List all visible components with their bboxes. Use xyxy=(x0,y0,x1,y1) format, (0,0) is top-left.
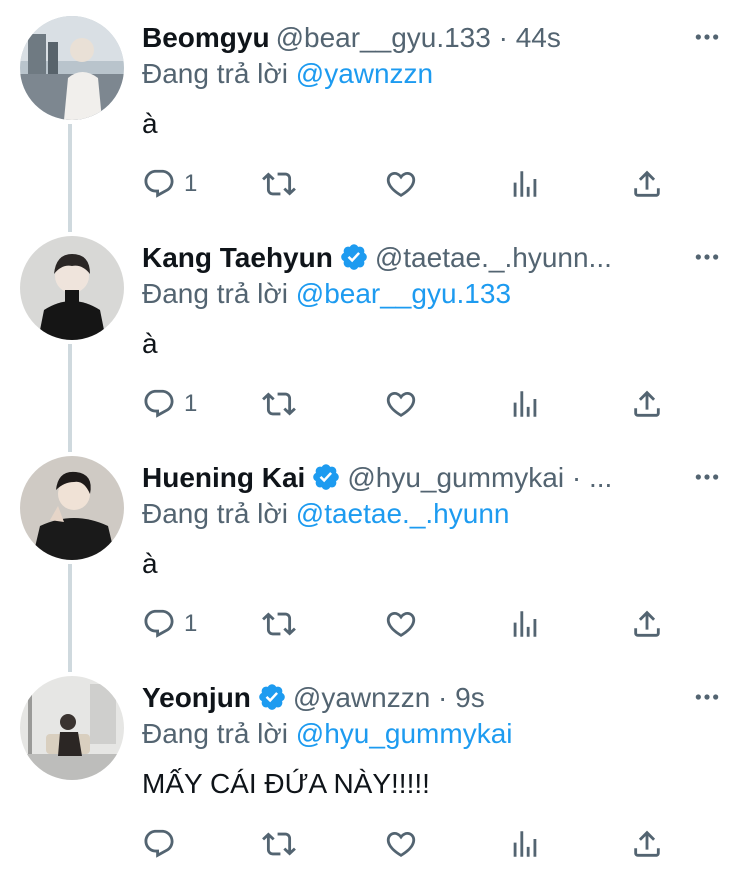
retweet-icon xyxy=(262,827,296,861)
tweet-text: MẤY CÁI ĐỨA NÀY!!!!! xyxy=(142,768,430,799)
action-bar xyxy=(142,826,682,862)
replying-prefix: Đang trả lời xyxy=(142,58,288,89)
analytics-button[interactable] xyxy=(508,606,542,642)
replying-prefix: Đang trả lời xyxy=(142,718,288,749)
handle-and-time[interactable]: @bear__gyu.133 · 44s xyxy=(276,22,561,53)
retweet-button[interactable] xyxy=(262,166,296,202)
handle-and-time[interactable]: @taetae._.hyunn... xyxy=(375,242,612,273)
analytics-button[interactable] xyxy=(508,826,542,862)
avatar[interactable] xyxy=(20,456,124,560)
avatar[interactable] xyxy=(20,236,124,340)
like-button[interactable] xyxy=(384,606,418,642)
retweet-button[interactable] xyxy=(262,386,296,422)
analytics-button[interactable] xyxy=(508,166,542,202)
like-icon xyxy=(384,827,418,861)
analytics-icon xyxy=(508,827,542,861)
retweet-icon xyxy=(262,607,296,641)
share-icon xyxy=(630,167,664,201)
like-button[interactable] xyxy=(384,166,418,202)
tweet[interactable]: Huening Kai @hyu_gummykai · ... Đang trả … xyxy=(0,440,750,660)
analytics-icon xyxy=(508,607,542,641)
action-bar: 1 xyxy=(142,166,682,202)
display-name[interactable]: Kang Taehyun xyxy=(142,242,333,273)
share-button[interactable] xyxy=(630,826,664,862)
retweet-button[interactable] xyxy=(262,826,296,862)
reply-count: 1 xyxy=(184,610,198,637)
action-bar: 1 xyxy=(142,386,682,422)
share-button[interactable] xyxy=(630,386,664,422)
analytics-button[interactable] xyxy=(508,386,542,422)
reply-button[interactable]: 1 xyxy=(142,606,197,642)
like-icon xyxy=(384,387,418,421)
replying-to: Đang trả lời @taetae._.hyunn xyxy=(142,496,509,532)
reply-count: 1 xyxy=(184,170,198,197)
tweet-header: Kang Taehyun @taetae._.hyunn... xyxy=(142,240,670,276)
person-photo-icon xyxy=(20,16,124,120)
replying-prefix: Đang trả lời xyxy=(142,278,288,309)
like-icon xyxy=(384,167,418,201)
share-icon xyxy=(630,607,664,641)
avatar[interactable] xyxy=(20,16,124,120)
person-photo-icon xyxy=(20,456,124,560)
reply-icon xyxy=(142,607,176,641)
verified-badge-icon xyxy=(311,462,341,492)
tweet[interactable]: Yeonjun @yawnzzn · 9s Đang trả lời @hyu_g… xyxy=(0,660,750,880)
verified-badge-icon xyxy=(257,682,287,712)
replying-to: Đang trả lời @hyu_gummykai xyxy=(142,716,513,752)
person-photo-icon xyxy=(20,676,124,780)
replying-to: Đang trả lời @yawnzzn xyxy=(142,56,433,92)
replying-prefix: Đang trả lời xyxy=(142,498,288,529)
reply-count: 1 xyxy=(184,390,198,417)
more-icon[interactable] xyxy=(694,24,720,50)
display-name[interactable]: Beomgyu xyxy=(142,22,270,53)
handle-and-time[interactable]: @hyu_gummykai · ... xyxy=(347,462,612,493)
more-icon[interactable] xyxy=(694,464,720,490)
person-photo-icon xyxy=(20,236,124,340)
share-button[interactable] xyxy=(630,606,664,642)
display-name[interactable]: Yeonjun xyxy=(142,682,251,713)
reply-icon xyxy=(142,167,176,201)
reply-button[interactable]: 1 xyxy=(142,166,197,202)
verified-badge-icon xyxy=(339,242,369,272)
replying-mention-link[interactable]: @hyu_gummykai xyxy=(296,718,513,749)
like-button[interactable] xyxy=(384,386,418,422)
more-icon[interactable] xyxy=(694,244,720,270)
more-icon[interactable] xyxy=(694,684,720,710)
display-name[interactable]: Huening Kai xyxy=(142,462,305,493)
analytics-icon xyxy=(508,387,542,421)
retweet-icon xyxy=(262,167,296,201)
share-icon xyxy=(630,387,664,421)
analytics-icon xyxy=(508,167,542,201)
reply-button[interactable]: 1 xyxy=(142,386,197,422)
tweet-header: Huening Kai @hyu_gummykai · ... xyxy=(142,460,670,496)
like-button[interactable] xyxy=(384,826,418,862)
tweet-header: Yeonjun @yawnzzn · 9s xyxy=(142,680,670,716)
share-icon xyxy=(630,827,664,861)
reply-button[interactable] xyxy=(142,826,176,862)
replying-mention-link[interactable]: @taetae._.hyunn xyxy=(296,498,510,529)
tweet[interactable]: Beomgyu @bear__gyu.133 · 44s Đang trả lời… xyxy=(0,0,750,220)
retweet-icon xyxy=(262,387,296,421)
retweet-button[interactable] xyxy=(262,606,296,642)
tweet-text: à xyxy=(142,108,158,139)
tweet[interactable]: Kang Taehyun @taetae._.hyunn... Đang trả … xyxy=(0,220,750,440)
handle-and-time[interactable]: @yawnzzn · 9s xyxy=(293,682,485,713)
reply-icon xyxy=(142,387,176,421)
replying-to: Đang trả lời @bear__gyu.133 xyxy=(142,276,511,312)
reply-icon xyxy=(142,827,176,861)
replying-mention-link[interactable]: @yawnzzn xyxy=(296,58,433,89)
replying-mention-link[interactable]: @bear__gyu.133 xyxy=(296,278,511,309)
tweet-text: à xyxy=(142,548,158,579)
like-icon xyxy=(384,607,418,641)
share-button[interactable] xyxy=(630,166,664,202)
action-bar: 1 xyxy=(142,606,682,642)
avatar[interactable] xyxy=(20,676,124,780)
tweet-header: Beomgyu @bear__gyu.133 · 44s xyxy=(142,20,670,56)
tweet-text: à xyxy=(142,328,158,359)
